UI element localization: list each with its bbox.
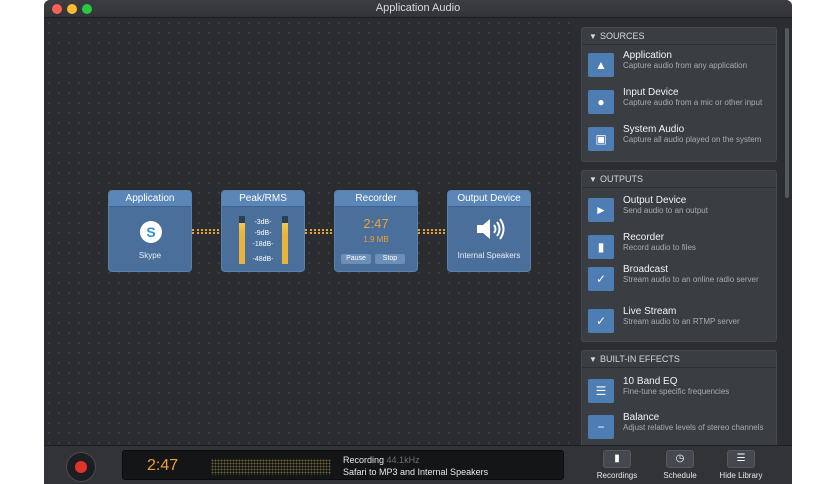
- balance-icon: −: [588, 415, 614, 439]
- audio-canvas[interactable]: Application S Skype Peak/RMS -3dB- -9dB-…: [44, 18, 572, 445]
- node-header: Recorder: [335, 191, 417, 207]
- hide-library-button[interactable]: ☰ Hide Library: [716, 450, 766, 482]
- recorder-node[interactable]: Recorder 2:47 1.9 MB Pause Stop: [334, 190, 418, 272]
- node-header: Output Device: [448, 191, 530, 207]
- outputs-header[interactable]: ▼ OUTPUTS: [582, 171, 776, 188]
- peak-rms-node[interactable]: Peak/RMS -3dB- -9dB- -18dB- -48dB-: [221, 190, 305, 272]
- record-button[interactable]: [66, 452, 96, 482]
- effects-header[interactable]: ▼ BUILT-IN EFFECTS: [582, 351, 776, 368]
- output-item-live-stream[interactable]: ✓ Live Stream Stream audio to an RTMP se…: [588, 306, 774, 342]
- speaker-icon: ►: [588, 198, 614, 222]
- output-item-output-device[interactable]: ► Output Device Send audio to an output: [588, 195, 774, 231]
- db-label: -9dB-: [254, 230, 272, 237]
- library-sidebar: ▼ SOURCES ▲ Application Capture audio fr…: [572, 18, 792, 450]
- schedule-button[interactable]: ◷ Schedule: [655, 450, 705, 482]
- app-window: Application Audio Application S Skype Pe…: [44, 0, 792, 484]
- source-item-system-audio[interactable]: ▣ System Audio Capture all audio played …: [588, 124, 774, 160]
- chevron-down-icon: ▼: [589, 32, 597, 41]
- node-header: Peak/RMS: [222, 191, 304, 207]
- effect-item-10-band-eq[interactable]: ☰ 10 Band EQ Fine-tune specific frequenc…: [588, 376, 774, 412]
- sources-header[interactable]: ▼ SOURCES: [582, 28, 776, 45]
- window-title: Application Audio: [375, 2, 461, 14]
- connection-peak-recorder: [305, 229, 332, 234]
- chevron-down-icon: ▼: [589, 355, 597, 364]
- speaker-icon: [477, 218, 505, 240]
- chevron-down-icon: ▼: [589, 175, 597, 184]
- effects-panel: ▼ BUILT-IN EFFECTS ☰ 10 Band EQ Fine-tun…: [581, 350, 777, 450]
- sources-panel: ▼ SOURCES ▲ Application Capture audio fr…: [581, 27, 777, 162]
- skype-icon: S: [140, 221, 162, 243]
- elapsed-time: 2:47: [147, 457, 179, 474]
- recordings-button[interactable]: ▮ Recordings: [592, 450, 642, 482]
- list-icon: ☰: [727, 450, 755, 468]
- broadcast-icon: ✓: [588, 267, 614, 291]
- stop-button[interactable]: Stop: [375, 254, 405, 264]
- output-item-recorder[interactable]: ▮ Recorder Record audio to files: [588, 232, 774, 268]
- sample-rate: 44.1kHz: [386, 455, 420, 465]
- recorder-time: 2:47: [363, 216, 389, 231]
- live-stream-icon: ✓: [588, 309, 614, 333]
- source-item-input-device[interactable]: ● Input Device Capture audio from a mic …: [588, 87, 774, 123]
- node-label: Skype: [138, 251, 162, 260]
- recording-detail: Safari to MP3 and Internal Speakers: [343, 467, 489, 477]
- monitor-icon: ▣: [588, 127, 614, 151]
- equalizer-icon: ☰: [588, 379, 614, 403]
- pause-button[interactable]: Pause: [341, 254, 371, 264]
- db-label: -3dB-: [254, 219, 272, 226]
- outputs-panel: ▼ OUTPUTS ► Output Device Send audio to …: [581, 170, 777, 342]
- output-item-broadcast[interactable]: ✓ Broadcast Stream audio to an online ra…: [588, 264, 774, 300]
- sidebar-scrollbar[interactable]: [785, 28, 789, 198]
- application-node[interactable]: Application S Skype: [108, 190, 192, 272]
- status-bar: 2:47 Recording 44.1kHz Safari to MP3 and…: [44, 445, 792, 484]
- recorder-size: 1.9 MB: [363, 235, 389, 244]
- clock-icon: ◷: [666, 450, 694, 468]
- source-item-application[interactable]: ▲ Application Capture audio from any app…: [588, 50, 774, 86]
- connection-app-peak: [192, 229, 219, 234]
- effect-item-balance[interactable]: − Balance Adjust relative levels of ster…: [588, 412, 774, 448]
- application-icon: ▲: [588, 53, 614, 77]
- microphone-icon: ●: [588, 90, 614, 114]
- title-bar: Application Audio: [44, 0, 792, 18]
- file-icon: ▮: [603, 450, 631, 468]
- level-meter: [211, 459, 331, 475]
- node-header: Application: [109, 191, 191, 207]
- output-device-node[interactable]: Output Device Internal Speakers: [447, 190, 531, 272]
- file-icon: ▮: [588, 235, 614, 259]
- node-label: Internal Speakers: [457, 251, 521, 260]
- recording-status: Recording 44.1kHz: [343, 455, 420, 465]
- status-display: 2:47 Recording 44.1kHz Safari to MP3 and…: [122, 450, 564, 480]
- db-label: -48dB-: [252, 256, 274, 263]
- connection-recorder-output: [418, 229, 445, 234]
- db-label: -18dB-: [252, 241, 274, 248]
